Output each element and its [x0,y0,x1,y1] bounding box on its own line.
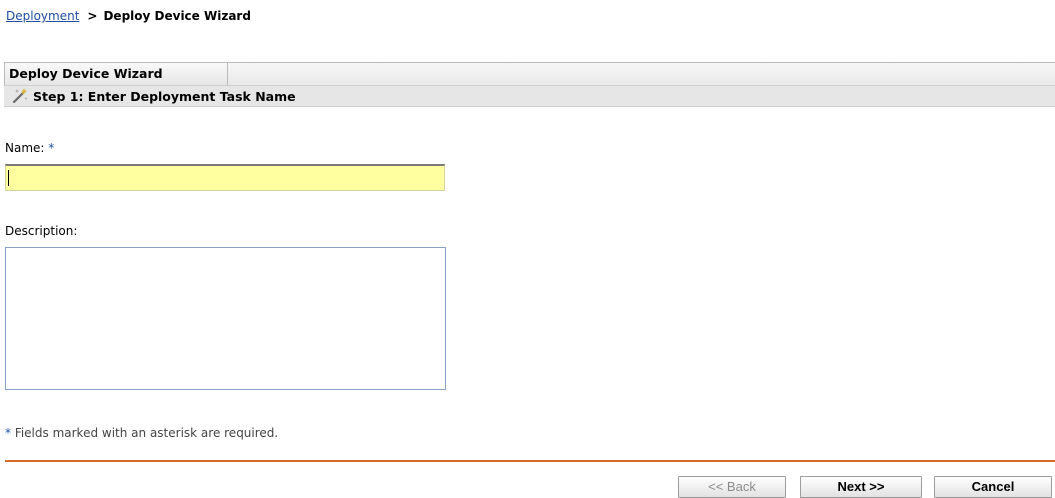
next-button[interactable]: Next >> [800,476,922,498]
breadcrumb-separator: > [87,9,98,23]
breadcrumb-deployment-link[interactable]: Deployment [6,9,79,23]
description-label: Description: [5,224,78,238]
text-caret [8,170,9,186]
breadcrumb: Deployment > Deploy Device Wizard [6,9,251,23]
required-fields-note: * Fields marked with an asterisk are req… [5,426,278,440]
wand-icon [11,87,29,105]
footer-divider [5,460,1055,462]
step-title: Step 1: Enter Deployment Task Name [33,89,296,104]
cancel-button[interactable]: Cancel [934,476,1052,498]
wizard-tab: Deploy Device Wizard [5,63,228,85]
name-input[interactable] [5,164,445,191]
step-bar: Step 1: Enter Deployment Task Name [4,85,1055,107]
name-label-row: Name: * [5,141,54,155]
note-text: Fields marked with an asterisk are requi… [11,426,279,440]
name-label: Name: [5,141,45,155]
back-button[interactable]: << Back [678,476,786,498]
description-textarea[interactable] [5,247,446,390]
wizard-header: Deploy Device Wizard [4,62,1055,85]
required-asterisk: * [48,141,55,155]
breadcrumb-current: Deploy Device Wizard [103,9,251,23]
